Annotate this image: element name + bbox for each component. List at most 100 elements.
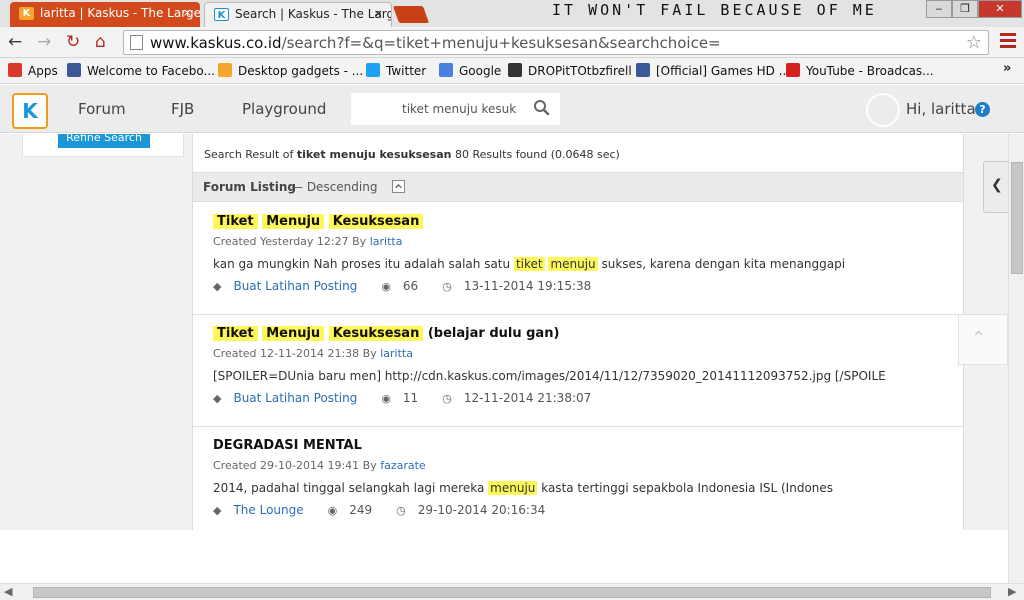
result-meta: Created 12-11-2014 21:38 By laritta [213, 347, 413, 360]
forum-link[interactable]: The Lounge [233, 503, 303, 517]
tag-icon: ◆ [213, 504, 222, 517]
forum-group: ◆ Buat Latihan Posting [213, 391, 369, 405]
created-text: Created 29-10-2014 19:41 By [213, 459, 377, 472]
bookmark-item[interactable]: Twitter [366, 62, 426, 80]
twitter-icon [366, 63, 380, 77]
google-icon [439, 63, 453, 77]
maximize-button[interactable]: ❐ [952, 0, 978, 18]
browser-tab-profile[interactable]: K laritta | Kaskus - The Large × [10, 2, 200, 27]
title-highlight: Menuju [262, 214, 325, 229]
bookmark-label: Apps [28, 64, 58, 78]
reload-button[interactable]: ↻ [66, 31, 80, 53]
listing-title: Forum Listing [203, 180, 296, 194]
search-sidebar: Refine Search [22, 134, 184, 157]
url-text[interactable]: www.kaskus.co.id/search?f=&q=tiket+menuj… [150, 34, 721, 52]
bookmarks-overflow-button[interactable]: » [1003, 61, 1011, 76]
snippet-text: 2014, padahal tinggal selangkah lagi mer… [213, 481, 485, 495]
scrollbar-thumb[interactable] [33, 587, 991, 598]
author-link[interactable]: laritta [370, 235, 403, 248]
view-count: 11 [402, 391, 419, 405]
listing-header: Forum Listing — Descending [193, 172, 963, 202]
tab-close-icon[interactable]: × [183, 2, 192, 24]
author-link[interactable]: fazarate [380, 459, 425, 472]
site-header: K Forum FJB Playground Hi, laritta ? [0, 85, 1024, 133]
title-highlight: Kesuksesan [328, 326, 424, 341]
bookmark-item[interactable]: Google [439, 62, 501, 80]
scroll-right-icon[interactable]: ▶ [1008, 585, 1016, 598]
site-search [351, 93, 560, 125]
dropbox-icon [508, 63, 522, 77]
results-panel: Search Result of tiket menuju kesuksesan… [192, 134, 964, 530]
bookmark-label: Desktop gadgets - ... [238, 64, 364, 78]
result-snippet: kan ga mungkin Nah proses itu adalah sal… [213, 257, 953, 271]
side-panel-toggle[interactable]: ❮ [983, 161, 1008, 213]
address-bar[interactable]: www.kaskus.co.id/search?f=&q=tiket+menuj… [123, 30, 989, 55]
nav-playground[interactable]: Playground [242, 100, 326, 118]
kaskus-logo[interactable]: K [12, 93, 48, 129]
chrome-menu-button[interactable] [1000, 33, 1016, 51]
title-highlight: Tiket [213, 214, 258, 229]
post-date: 12-11-2014 21:38:07 [463, 391, 592, 405]
bookmark-star-icon[interactable]: ☆ [966, 32, 982, 53]
bookmark-label: DROPitTOtbzfirell [528, 64, 632, 78]
browser-tab-search[interactable]: K Search | Kaskus - The Larg × [204, 2, 392, 27]
help-icon[interactable]: ? [975, 102, 990, 117]
forum-link[interactable]: Buat Latihan Posting [233, 279, 357, 293]
bookmark-item[interactable]: Welcome to Facebo... [67, 62, 215, 80]
user-greeting[interactable]: Hi, laritta [906, 100, 976, 118]
horizontal-scrollbar[interactable]: ◀ ▶ [0, 583, 1024, 600]
title-rest: DEGRADASI MENTAL [213, 438, 362, 453]
result-item: DEGRADASI MENTAL Created 29-10-2014 19:41… [193, 427, 963, 530]
bookmark-label: YouTube - Broadcas... [806, 64, 934, 78]
scrollbar-thumb[interactable] [1011, 162, 1023, 274]
avatar[interactable] [866, 93, 900, 127]
refine-search-button[interactable]: Refine Search [58, 134, 150, 148]
result-item: Tiket Menuju Kesuksesan Created Yesterda… [193, 203, 963, 315]
clock-icon: ◷ [396, 504, 406, 517]
facebook-icon [636, 63, 650, 77]
scroll-left-icon[interactable]: ◀ [4, 585, 12, 598]
author-link[interactable]: laritta [380, 347, 413, 360]
nav-fjb[interactable]: FJB [171, 100, 194, 118]
chevron-up-icon[interactable]: ⌃ [971, 328, 986, 349]
tab-strip: K laritta | Kaskus - The Large × K Searc… [0, 0, 1024, 27]
bookmark-label: Welcome to Facebo... [87, 64, 215, 78]
bookmark-item[interactable]: YouTube - Broadcas... [786, 62, 934, 80]
forward-button[interactable]: → [37, 31, 51, 53]
eye-icon: ◉ [327, 504, 338, 517]
tab-close-icon[interactable]: × [374, 3, 383, 25]
forum-link[interactable]: Buat Latihan Posting [233, 391, 357, 405]
result-title[interactable]: Tiket Menuju Kesuksesan (belajar dulu ga… [213, 326, 559, 341]
forum-group: ◆ The Lounge [213, 503, 316, 517]
views-group: ◉ 11 [381, 391, 430, 405]
bookmark-item[interactable]: Desktop gadgets - ... [218, 62, 363, 80]
vertical-scrollbar[interactable] [1008, 134, 1024, 583]
snippet-highlight: menuju [488, 481, 538, 495]
summary-prefix: Search Result of [204, 148, 294, 161]
search-input[interactable] [351, 93, 560, 125]
nav-forum[interactable]: Forum [78, 100, 126, 118]
forum-group: ◆ Buat Latihan Posting [213, 279, 369, 293]
result-title[interactable]: Tiket Menuju Kesuksesan [213, 214, 424, 229]
url-path: /search?f=&q=tiket+menuju+kesuksesan&sea… [281, 34, 721, 52]
collapse-icon[interactable] [392, 180, 405, 193]
date-group: ◷ 13-11-2014 19:15:38 [442, 279, 603, 293]
snippet-text: kan ga mungkin Nah proses itu adalah sal… [213, 257, 511, 271]
back-button[interactable]: ← [8, 31, 22, 53]
result-footer: ◆ The Lounge ◉ 249 ◷ 29-10-2014 20:16:34 [213, 503, 569, 517]
home-button[interactable]: ⌂ [95, 31, 106, 53]
result-title[interactable]: DEGRADASI MENTAL [213, 438, 362, 453]
minimize-button[interactable]: ‒ [926, 0, 952, 18]
kaskus-favicon-icon: K [19, 7, 34, 20]
bookmarks-bar: Apps Welcome to Facebo... Desktop gadgets … [0, 58, 1024, 84]
search-icon[interactable] [533, 99, 550, 116]
title-highlight: Kesuksesan [328, 214, 424, 229]
page-icon [130, 35, 143, 50]
facebook-icon [67, 63, 81, 77]
new-tab-button[interactable] [392, 6, 430, 23]
bookmark-item[interactable]: [Official] Games HD ... [636, 62, 790, 80]
close-window-button[interactable]: ✕ [978, 0, 1022, 18]
windows-icon [218, 63, 232, 77]
bookmark-item[interactable]: Apps [8, 62, 58, 80]
bookmark-item[interactable]: DROPitTOtbzfirell [508, 62, 632, 80]
